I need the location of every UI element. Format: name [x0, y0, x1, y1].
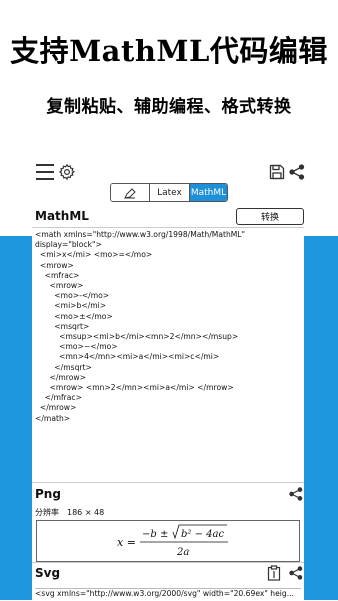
gear-icon[interactable]	[57, 162, 77, 182]
code-line: <mfrac>	[35, 270, 80, 280]
clipboard-icon[interactable]	[266, 564, 282, 582]
resolution-label: 分辨率	[35, 508, 59, 517]
code-line: <mo>±</mo>	[35, 311, 113, 321]
svg-code-preview[interactable]: <svg xmlns="http://www.w3.org/2000/svg" …	[35, 588, 301, 601]
tab-mathml[interactable]: MathML	[190, 184, 227, 201]
code-line: <mo>-</mo>	[35, 291, 110, 301]
formula-lhs: x =	[117, 536, 136, 549]
code-line: <msup><mi>b</mi><mn>2</mn></msup>	[35, 332, 239, 342]
svg-section-title: Svg	[35, 566, 61, 580]
menu-icon[interactable]	[36, 164, 54, 180]
background-stripe-right	[302, 236, 338, 600]
tab-latex[interactable]: Latex	[150, 184, 190, 201]
mathml-section-title: MathML	[35, 209, 89, 223]
save-icon[interactable]	[268, 162, 286, 182]
code-line: display="block">	[35, 240, 102, 250]
code-line: <msqrt>	[35, 321, 90, 331]
promo-headline: 支持MathML代码编辑	[10, 34, 328, 68]
resolution-value: 186 × 48	[67, 508, 105, 517]
convert-button[interactable]: 转换	[236, 208, 304, 225]
png-section-title: Png	[35, 487, 61, 501]
png-resolution: 分辨率 186 × 48	[35, 507, 104, 518]
code-line: <mrow>	[35, 260, 74, 270]
mathml-code-editor[interactable]: <math xmlns="http://www.w3.org/1998/Math…	[35, 230, 301, 424]
code-line: </math>	[35, 413, 71, 423]
promo-subline: 复制粘贴、辅助编程、格式转换	[46, 97, 292, 117]
pen-icon[interactable]	[111, 184, 150, 201]
mode-switch: Latex MathML	[110, 183, 228, 202]
divider	[32, 482, 304, 483]
code-line: <mo>−</mo>	[35, 342, 118, 352]
code-line: <mi>x</mi> <mo>=</mo>	[35, 250, 153, 260]
code-line: <mrow>	[35, 281, 84, 291]
app-screen: Latex MathML MathML 转换 <math xmlns="http…	[32, 152, 306, 601]
code-line: </mfrac>	[35, 393, 82, 403]
code-line: <mn>4</mn><mi>a</mi><mi>c</mi>	[35, 352, 220, 362]
formula-radicand: b² − 4ac	[181, 529, 224, 540]
png-share-icon[interactable]	[288, 486, 304, 502]
code-line: <math xmlns="http://www.w3.org/1998/Math…	[35, 230, 246, 239]
code-line: </mrow>	[35, 372, 86, 382]
formula-numerator: −b ±	[142, 529, 168, 540]
png-preview: x = −b ± b² − 4ac 2a	[36, 520, 300, 562]
formula-denominator: 2a	[176, 547, 189, 558]
background-stripe-left	[0, 236, 36, 600]
divider	[32, 227, 304, 228]
code-line: </msqrt>	[35, 362, 92, 372]
code-line: <mi>b</mi>	[35, 301, 107, 311]
code-line: <mrow> <mn>2</mn><mi>a</mi> </mrow>	[35, 383, 234, 393]
divider	[32, 562, 304, 563]
svg-share-icon[interactable]	[288, 564, 304, 582]
code-line: </mrow>	[35, 403, 77, 413]
share-icon[interactable]	[288, 162, 306, 182]
